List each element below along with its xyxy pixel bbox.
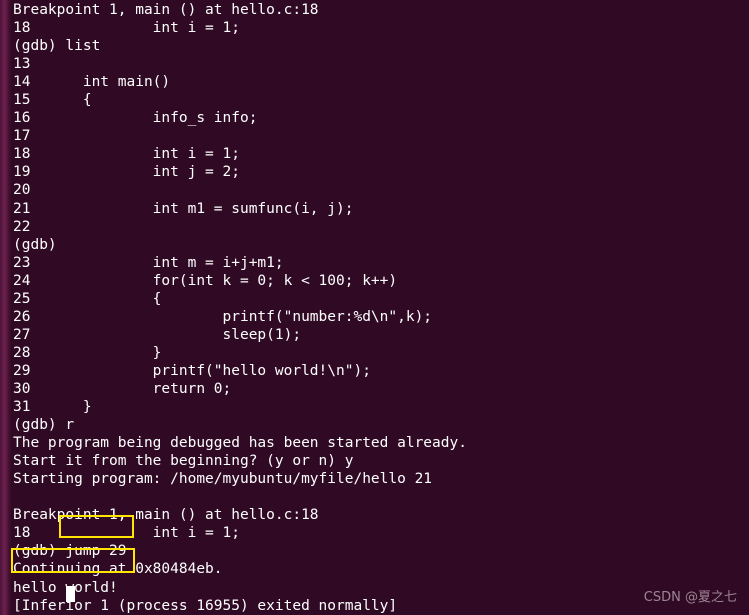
- terminal-line: 21 int m1 = sumfunc(i, j);: [13, 200, 354, 217]
- terminal-line: (gdb) r: [13, 417, 75, 434]
- terminal-line: 28 }: [13, 344, 162, 361]
- terminal-line: 25 {: [13, 290, 162, 307]
- terminal-line: 27 sleep(1);: [13, 326, 302, 343]
- terminal-line: (gdb) list: [13, 38, 101, 55]
- gdb-terminal-window[interactable]: Breakpoint 1, main () at hello.c:18 18 in…: [0, 0, 749, 615]
- terminal-line: 26 printf("number:%d\n",k);: [13, 308, 433, 325]
- terminal-line: 24 for(int k = 0; k < 100; k++): [13, 272, 398, 289]
- terminal-line: 29 printf("hello world!\n");: [13, 362, 371, 379]
- terminal-line: 18 int i = 1;: [13, 525, 240, 542]
- terminal-line: 18 int i = 1;: [13, 146, 240, 163]
- terminal-line: Breakpoint 1, main () at hello.c:18: [13, 2, 319, 18]
- terminal-line: hello world!: [13, 579, 118, 596]
- terminal-line: Start it from the beginning? (y or n) y: [13, 453, 354, 470]
- terminal-line: 30 return 0;: [13, 380, 232, 397]
- terminal-line: Breakpoint 1, main () at hello.c:18: [13, 507, 319, 524]
- terminal-line: 19 int j = 2;: [13, 164, 240, 181]
- terminal-line: 15 {: [13, 92, 92, 109]
- terminal-line: (gdb) jump 29: [13, 543, 127, 560]
- csdn-watermark: CSDN @夏之七: [643, 589, 737, 605]
- terminal-line: 22: [13, 218, 31, 235]
- window-left-edge-stripe: [0, 0, 11, 615]
- terminal-line: 23 int m = i+j+m1;: [13, 254, 284, 271]
- terminal-line: 13: [13, 56, 31, 73]
- terminal-line: 18 int i = 1;: [13, 20, 240, 37]
- terminal-line: The program being debugged has been star…: [13, 435, 467, 452]
- terminal-line: 31 }: [13, 399, 92, 416]
- terminal-line: Starting program: /home/myubuntu/myfile/…: [13, 471, 433, 488]
- text-cursor: [66, 586, 75, 602]
- terminal-line: 17: [13, 128, 31, 145]
- terminal-line: 20: [13, 182, 31, 199]
- terminal-line: 14 int main(): [13, 74, 171, 91]
- terminal-line: [Inferior 1 (process 16955) exited norma…: [13, 597, 398, 614]
- terminal-output-area[interactable]: Breakpoint 1, main () at hello.c:18 18 in…: [0, 0, 749, 615]
- terminal-line: Continuing at 0x80484eb.: [13, 561, 223, 578]
- terminal-line: (gdb): [13, 236, 57, 253]
- terminal-line: 16 info_s info;: [13, 110, 258, 127]
